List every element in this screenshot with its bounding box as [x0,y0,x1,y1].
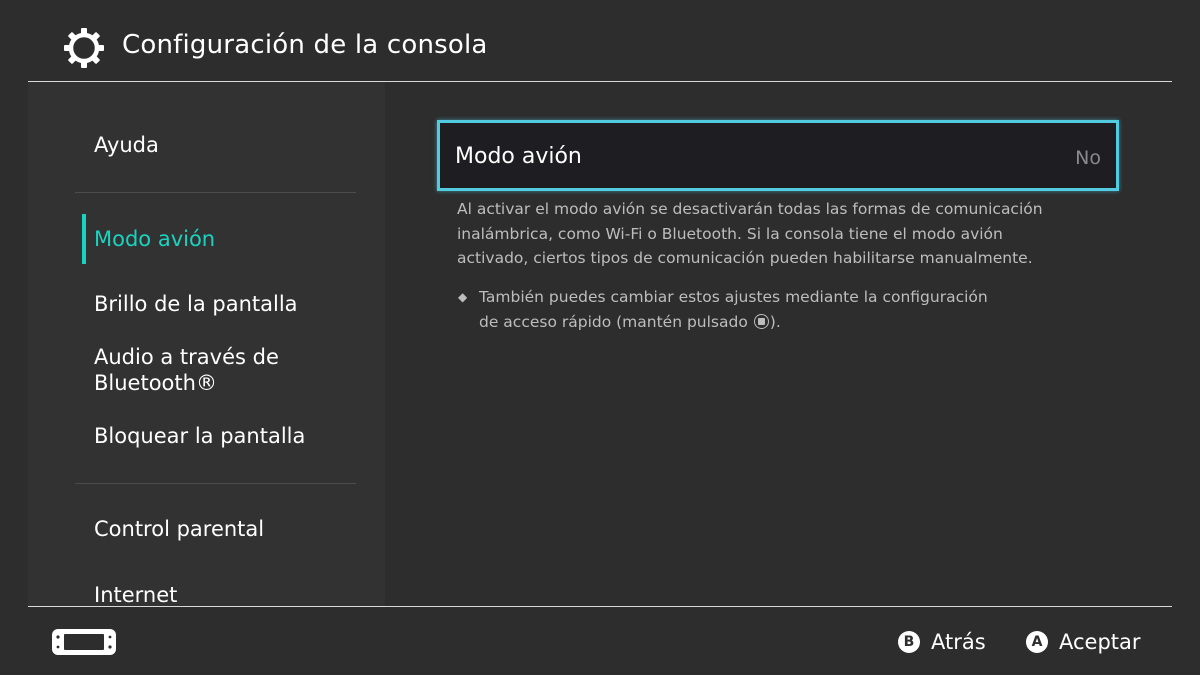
sidebar-item-label-line2: Bluetooth® [94,371,217,395]
sidebar-item-bloquear-pantalla[interactable]: Bloquear la pantalla [94,423,305,449]
sidebar-divider [75,483,356,484]
sidebar-item-internet[interactable]: Internet [94,582,177,606]
sidebar-item-ayuda[interactable]: Ayuda [94,132,159,158]
diamond-bullet-icon: ◆ [458,290,468,304]
home-button-icon [753,313,769,329]
console-icon [52,629,116,655]
note-text: ). [769,312,781,331]
active-indicator [82,214,86,264]
sidebar-item-label: Audio a través de [94,345,279,369]
back-button-label: Atrás [931,630,986,654]
description-line: activado, ciertos tipos de comunicación … [457,249,1033,267]
note-line: También puedes cambiar estos ajustes med… [479,288,988,306]
b-button-icon: B [898,631,920,653]
sidebar-item-control-parental[interactable]: Control parental [94,516,264,542]
sidebar-divider [75,192,356,193]
a-button-icon: A [1026,631,1048,653]
sidebar-item-brillo[interactable]: Brillo de la pantalla [94,291,298,317]
setting-description: Al activar el modo avión se desactivarán… [457,197,1107,271]
settings-sidebar: Ayuda Modo avión Brillo de la pantalla A… [28,82,385,606]
sidebar-item-audio-bluetooth[interactable]: Audio a través de Bluetooth® [94,344,279,396]
accept-button-label: Aceptar [1059,630,1141,654]
sidebar-item-modo-avion[interactable]: Modo avión [94,226,215,252]
page-title: Configuración de la consola [122,30,488,60]
quick-settings-note: ◆ También puedes cambiar estos ajustes m… [458,285,1108,334]
setting-value: No [1075,147,1101,169]
airplane-mode-setting[interactable]: Modo avión No [437,120,1119,191]
note-text: de acceso rápido (mantén pulsado [479,312,753,331]
footer-divider [28,606,1172,607]
note-line: de acceso rápido (mantén pulsado ). [458,310,1108,335]
setting-label: Modo avión [455,144,582,169]
gear-icon [64,28,104,68]
back-button[interactable]: B Atrás [898,628,986,656]
description-line: Al activar el modo avión se desactivarán… [457,200,1043,218]
system-settings-screen: Configuración de la consola Ayuda Modo a… [0,0,1200,675]
description-line: inalámbrica, como Wi-Fi o Bluetooth. Si … [457,224,1003,243]
header: Configuración de la consola [28,0,1172,82]
accept-button[interactable]: A Aceptar [1026,628,1141,656]
